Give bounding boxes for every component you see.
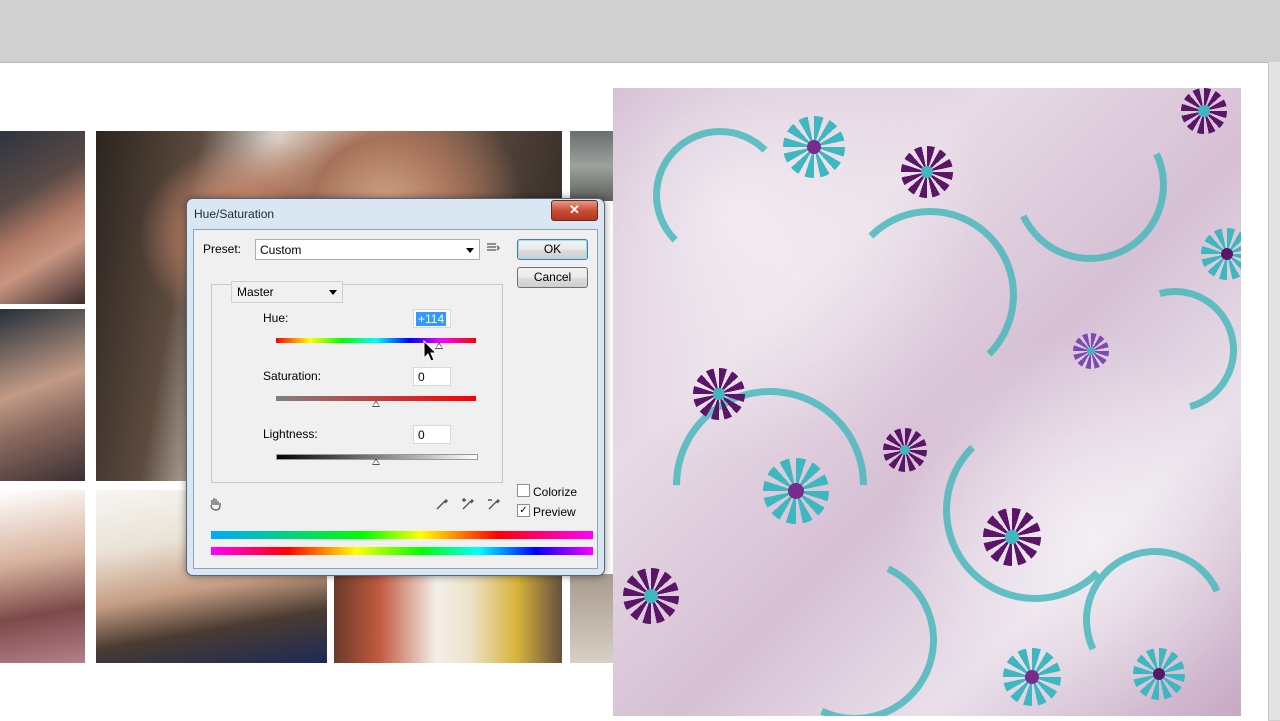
teal-flower — [783, 116, 845, 178]
pattern-swirl — [991, 88, 1189, 284]
preview-label: Preview — [533, 505, 576, 519]
dialog-client-area: Preset: Custom OK Cancel Master Hue: +11… — [193, 229, 598, 569]
preset-label: Preset: — [203, 242, 242, 256]
colorize-checkbox[interactable] — [517, 484, 530, 497]
dialog-titlebar[interactable]: Hue/Saturation ✕ — [187, 199, 604, 227]
purple-flower — [623, 568, 679, 624]
chevron-down-icon — [329, 290, 337, 295]
photo-collage-image — [570, 574, 614, 663]
preset-dropdown[interactable]: Custom — [255, 239, 480, 260]
teal-flower — [1133, 648, 1185, 700]
hue-input[interactable]: +114 — [413, 309, 451, 328]
hue-label: Hue: — [263, 311, 289, 325]
hue-slider-track[interactable] — [276, 338, 476, 343]
photo-collage-image — [0, 309, 85, 481]
mouse-pointer-icon — [423, 339, 438, 365]
chevron-down-icon — [466, 248, 474, 253]
photo-collage-image — [0, 131, 85, 304]
eyedropper-plus-icon[interactable] — [460, 496, 476, 512]
teal-flower — [1003, 648, 1061, 706]
output-color-spectrum — [211, 547, 593, 555]
eyedropper-minus-icon[interactable] — [486, 496, 502, 512]
purple-flower — [983, 508, 1041, 566]
preset-value: Custom — [260, 243, 302, 257]
saturation-value: 0 — [418, 370, 425, 384]
lightness-input[interactable]: 0 — [413, 425, 451, 444]
dialog-title: Hue/Saturation — [194, 207, 275, 221]
cancel-button[interactable]: Cancel — [517, 267, 588, 288]
hand-adjust-icon[interactable] — [208, 496, 224, 512]
close-button[interactable]: ✕ — [551, 200, 598, 221]
lightness-label: Lightness: — [263, 427, 318, 441]
photo-collage-image — [0, 490, 85, 663]
input-color-spectrum — [211, 531, 593, 539]
preset-options-icon[interactable] — [486, 242, 500, 254]
ok-button[interactable]: OK — [517, 239, 588, 260]
lightness-slider-thumb[interactable] — [372, 458, 380, 465]
floral-pattern-image — [613, 88, 1241, 716]
teal-flower — [763, 458, 829, 524]
saturation-input[interactable]: 0 — [413, 367, 451, 386]
saturation-slider-thumb[interactable] — [372, 400, 380, 407]
colorize-label: Colorize — [533, 485, 578, 499]
vertical-scrollbar[interactable] — [1268, 62, 1280, 720]
purple-flower — [693, 368, 745, 420]
photo-collage-image — [570, 131, 614, 201]
teal-flower — [1201, 228, 1241, 280]
hue-value: +114 — [416, 312, 447, 326]
violet-flower — [1073, 333, 1109, 369]
saturation-label: Saturation: — [263, 369, 322, 383]
pattern-swirl — [843, 208, 1017, 382]
lightness-value: 0 — [418, 428, 425, 442]
pattern-swirl — [1090, 265, 1241, 435]
hue-saturation-dialog: Hue/Saturation ✕ Preset: Custom OK Cance… — [186, 198, 605, 576]
adjustment-group: Master Hue: +114 Saturation: 0 Lightness… — [211, 281, 503, 483]
purple-flower — [883, 428, 927, 472]
eyedropper-icon[interactable] — [434, 496, 450, 512]
channel-value: Master — [237, 285, 274, 299]
preview-checkbox[interactable]: ✓ — [517, 504, 530, 517]
purple-flower — [901, 146, 953, 198]
pattern-swirl — [653, 128, 787, 262]
photo-collage-image — [334, 574, 562, 663]
purple-flower — [1181, 88, 1227, 134]
workspace-background — [0, 0, 1280, 62]
channel-dropdown[interactable]: Master — [231, 281, 343, 303]
